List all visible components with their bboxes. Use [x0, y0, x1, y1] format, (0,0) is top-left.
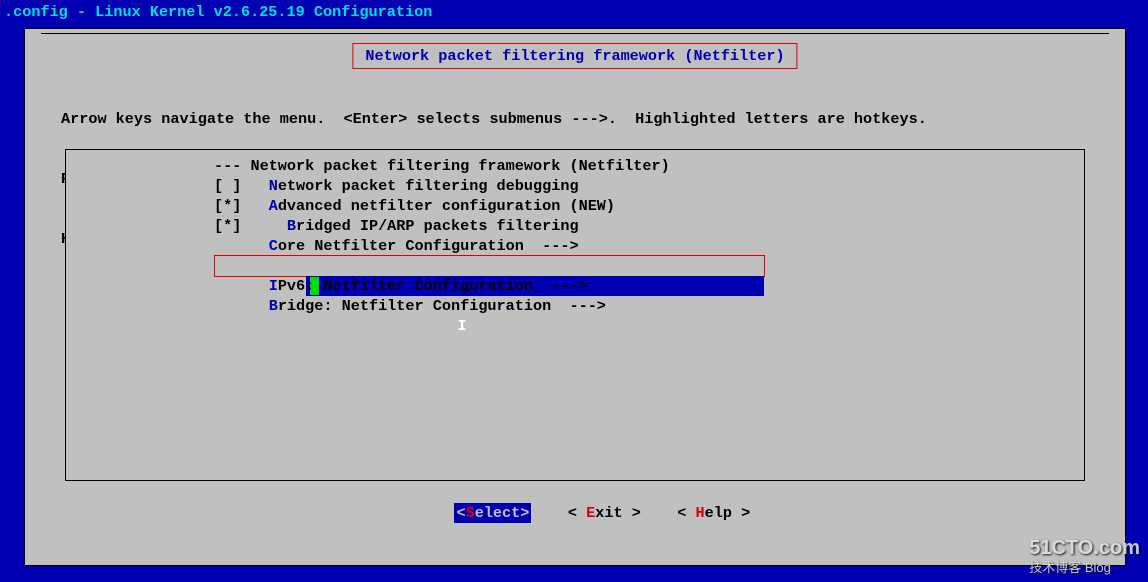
help-line-1: Arrow keys navigate the menu. <Enter> se… — [61, 109, 1095, 129]
menu-item-advanced[interactable]: [*] Advanced netfilter configuration (NE… — [66, 196, 1084, 216]
hotkey: N — [269, 177, 278, 195]
select-button[interactable]: <SSelectelect> — [454, 503, 531, 523]
hotkey: A — [269, 197, 278, 215]
menu-item-ipv6[interactable]: IPv6: Netfilter Configuration ---> — [66, 276, 1084, 296]
hotkey: B — [287, 217, 296, 235]
menu-item-ip-netfilter-selected[interactable]: IP: Netfilter Configuration ---> — [66, 256, 1084, 276]
menu-item-core[interactable]: Core Netfilter Configuration ---> — [66, 236, 1084, 256]
section-title-frame: Network packet filtering framework (Netf… — [352, 43, 797, 69]
watermark-main: 51CTO.com — [1029, 538, 1140, 558]
hotkey: I — [269, 277, 278, 295]
watermark: 51CTO.com 技术博客 Blog — [1029, 538, 1140, 578]
terminal-window: .config - Linux Kernel v2.6.25.19 Config… — [0, 0, 1148, 582]
watermark-sub: 技术博客 Blog — [1029, 558, 1140, 578]
menu-listbox[interactable]: --- Network packet filtering framework (… — [65, 149, 1085, 481]
menu-item-bridge[interactable]: Bridge: Netfilter Configuration ---> — [66, 296, 1084, 316]
hotkey: B — [269, 297, 278, 315]
hotkey: I — [458, 317, 467, 335]
divider — [41, 33, 1109, 34]
menuconfig-dialog: Network packet filtering framework (Netf… — [24, 28, 1126, 566]
window-title: .config - Linux Kernel v2.6.25.19 Config… — [0, 0, 1148, 22]
exit-button[interactable]: < Exit > — [568, 504, 641, 522]
menu-item-bridged[interactable]: [*] Bridged IP/ARP packets filtering — [66, 216, 1084, 236]
menu-header: --- Network packet filtering framework (… — [66, 156, 1084, 176]
help-button[interactable]: < Help > — [677, 504, 750, 522]
hotkey: C — [269, 237, 278, 255]
button-bar: <SSelectelect> < Exit > < Help > — [25, 483, 1125, 543]
menu-item-debugging[interactable]: [ ] Network packet filtering debugging — [66, 176, 1084, 196]
section-title: Network packet filtering framework (Netf… — [365, 47, 784, 65]
